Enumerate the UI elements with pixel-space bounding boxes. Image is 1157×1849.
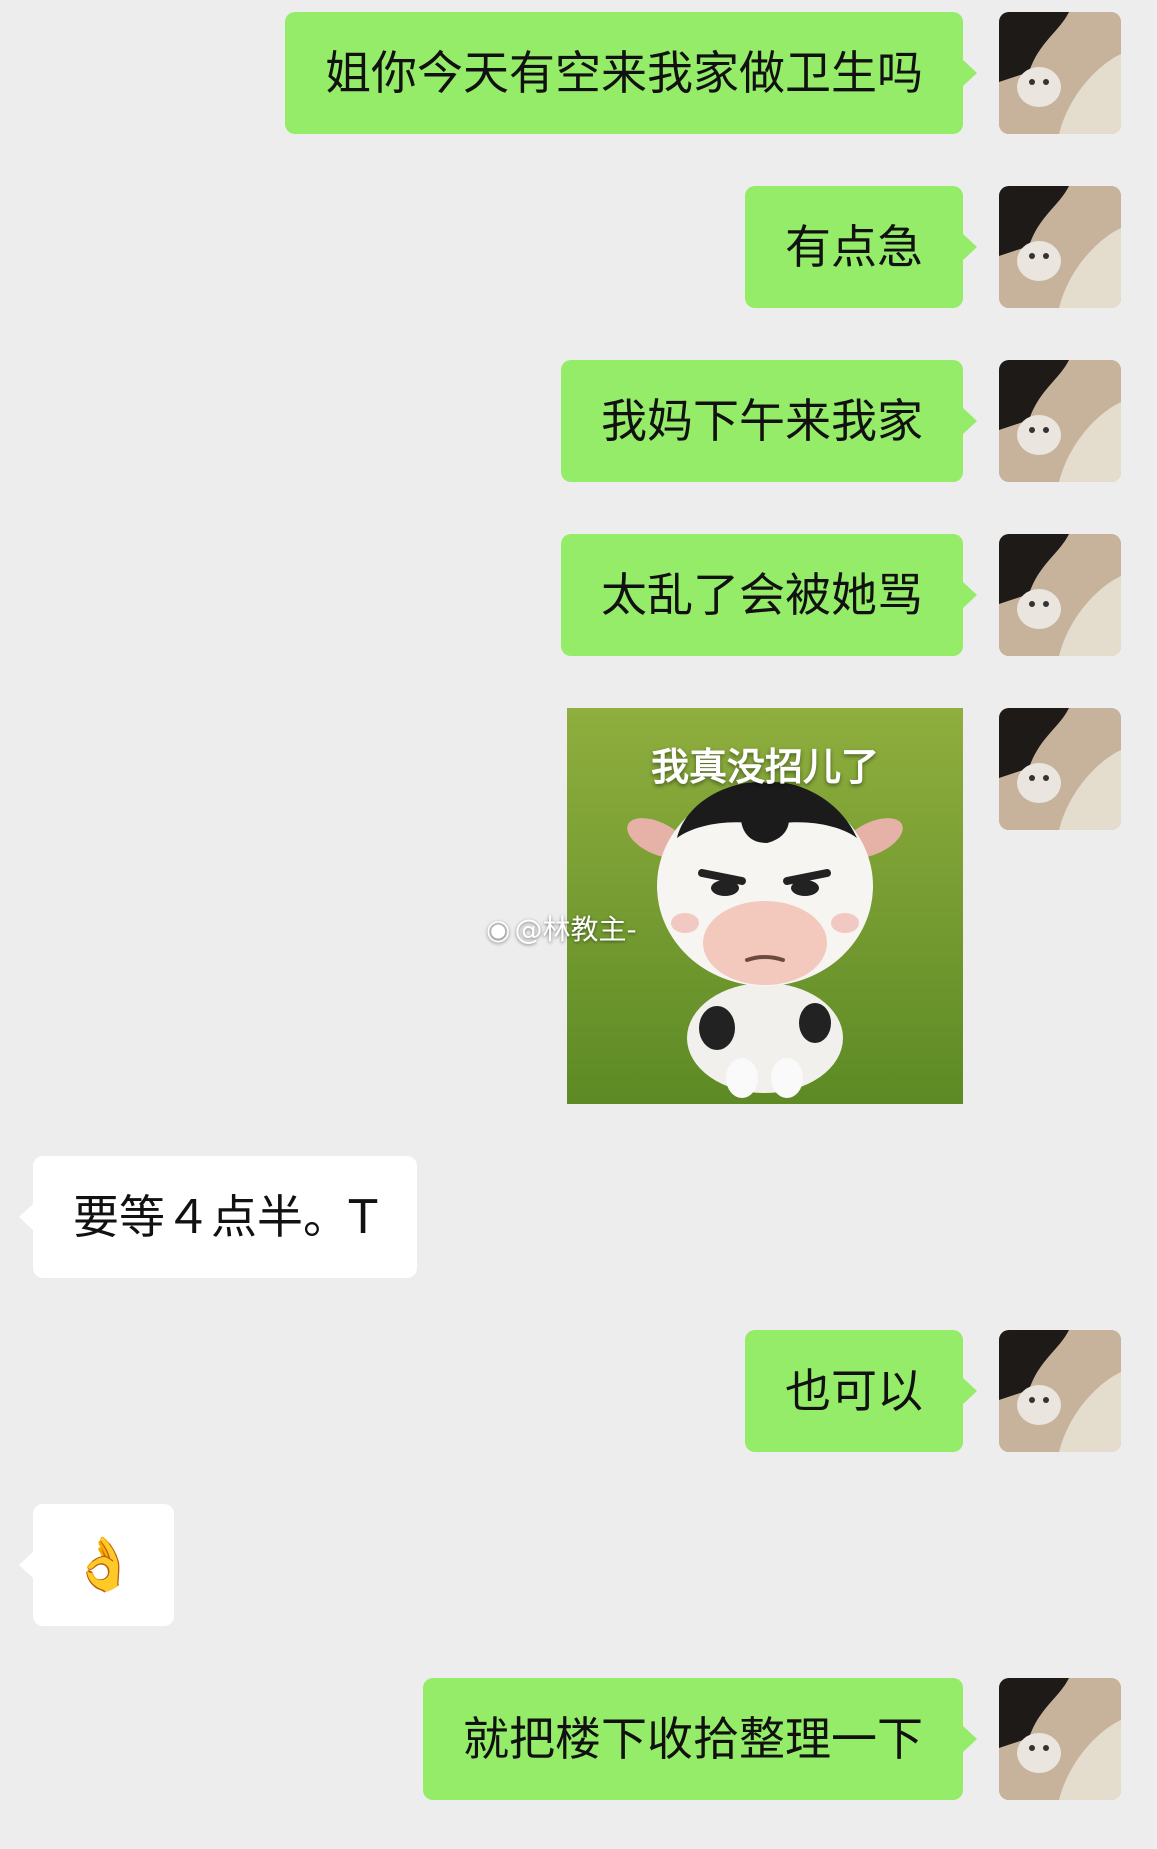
weibo-icon: ◉ <box>486 913 511 946</box>
avatar[interactable] <box>999 708 1121 830</box>
sticker-image[interactable]: 我真没招儿了 <box>567 708 963 1104</box>
message-row-outgoing: 姐你今天有空来我家做卫生吗 <box>0 12 1157 134</box>
message-bubble[interactable]: 有点急 <box>745 186 977 308</box>
avatar[interactable] <box>999 1678 1121 1800</box>
message-row-incoming: 👌 <box>0 1504 1157 1626</box>
message-row-outgoing: 我真没招儿了 ◉ @林教主- <box>0 708 1157 1104</box>
message-bubble[interactable]: 也可以 <box>745 1330 977 1452</box>
avatar[interactable] <box>999 1330 1121 1452</box>
avatar[interactable] <box>999 534 1121 656</box>
message-row-incoming: 要等４点半。T <box>0 1156 1157 1278</box>
message-row-outgoing: 就把楼下收拾整理一下 <box>0 1678 1157 1800</box>
message-bubble[interactable]: 我妈下午来我家 <box>561 360 977 482</box>
message-bubble[interactable]: 👌 <box>19 1504 174 1626</box>
ok-hand-icon: 👌 <box>71 1535 136 1595</box>
message-bubble[interactable]: 就把楼下收拾整理一下 <box>423 1678 977 1800</box>
message-bubble[interactable]: 太乱了会被她骂 <box>561 534 977 656</box>
message-row-outgoing: 太乱了会被她骂 <box>0 534 1157 656</box>
watermark-text: @林教主- <box>514 913 637 946</box>
avatar[interactable] <box>999 360 1121 482</box>
message-row-outgoing: 我妈下午来我家 <box>0 360 1157 482</box>
message-row-outgoing: 有点急 <box>0 186 1157 308</box>
avatar[interactable] <box>999 186 1121 308</box>
message-bubble[interactable]: 姐你今天有空来我家做卫生吗 <box>285 12 977 134</box>
watermark: ◉ @林教主- <box>486 908 637 948</box>
message-bubble[interactable]: 要等４点半。T <box>18 1156 418 1278</box>
sticker-caption: 我真没招儿了 <box>650 745 879 789</box>
message-row-outgoing: 也可以 <box>0 1330 1157 1452</box>
avatar[interactable] <box>999 12 1121 134</box>
